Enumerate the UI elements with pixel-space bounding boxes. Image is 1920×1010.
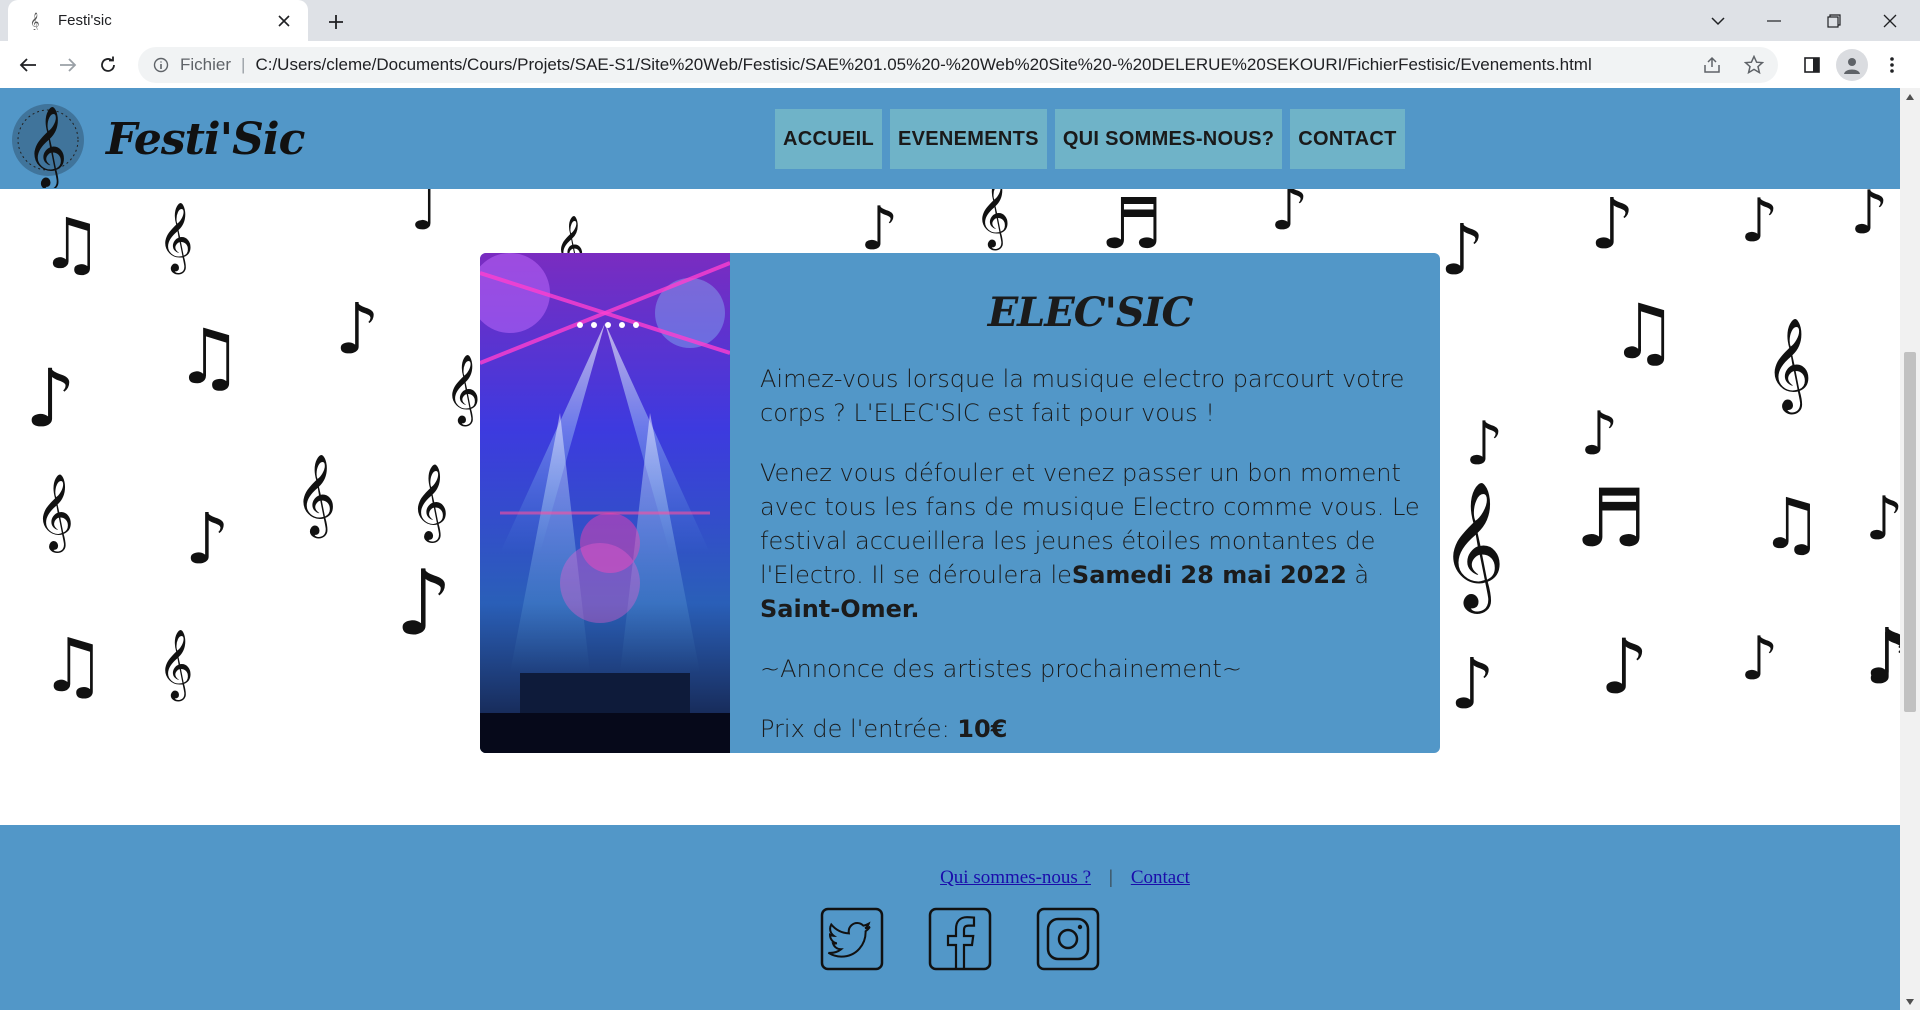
page-viewport: 𝄞 Festi'Sic ACCUEIL EVENEMENTS QUI SOMME…: [0, 88, 1900, 1010]
beamed-notes-icon: ♫: [1760, 483, 1823, 565]
site-footer: Qui sommes-nous ? | Contact: [0, 825, 1900, 1010]
facebook-icon[interactable]: [928, 907, 992, 971]
url-separator: |: [241, 55, 246, 74]
eighth-note-icon: ♪: [1270, 189, 1309, 244]
treble-clef-icon: 𝄞: [158, 202, 194, 272]
new-tab-icon[interactable]: [322, 8, 350, 36]
url-text[interactable]: C:/Users/cleme/Documents/Cours/Projets/S…: [255, 55, 1698, 75]
browser-chrome: 𝄞 Festi'sic Fichier | C:/Users/cleme/Doc…: [0, 0, 1920, 88]
treble-clef-icon: 𝄞: [975, 189, 1011, 248]
tab-strip: 𝄞 Festi'sic: [0, 0, 1920, 41]
social-links: [820, 907, 1100, 971]
tab-title: Festi'sic: [58, 12, 112, 29]
event-card: ELEC'SIC Aimez-vous lorsque la musique e…: [480, 253, 1440, 753]
browser-tab[interactable]: 𝄞 Festi'sic: [8, 0, 308, 41]
eighth-note-icon: ♪: [395, 551, 453, 656]
scroll-down-arrow-icon[interactable]: [1900, 993, 1920, 1010]
svg-text:𝄞: 𝄞: [30, 13, 39, 30]
beamed-notes-icon: ♬: [1575, 472, 1647, 565]
browser-menu-icon[interactable]: [1876, 49, 1908, 81]
instagram-icon[interactable]: [1036, 907, 1100, 971]
eighth-note-icon: ♪: [1865, 484, 1900, 554]
eighth-note-icon: ♪: [335, 288, 380, 370]
event-place: Saint-Omer.: [760, 595, 920, 623]
twitter-icon[interactable]: [820, 907, 884, 971]
close-window-icon[interactable]: [1862, 0, 1918, 41]
beamed-notes-icon: ♬: [1100, 189, 1163, 265]
eighth-note-icon: ♪: [1465, 409, 1504, 479]
treble-clef-icon: 𝄞: [35, 473, 75, 550]
side-panel-icon[interactable]: [1796, 49, 1828, 81]
treble-clef-icon: 𝄞: [445, 354, 481, 424]
event-details: ELEC'SIC Aimez-vous lorsque la musique e…: [760, 253, 1420, 753]
event-artists-announcement: ~Annonce des artistes prochainement~: [760, 655, 1242, 683]
eighth-note-icon: ♪: [185, 498, 230, 580]
event-date-connector: à: [1354, 561, 1370, 589]
address-bar[interactable]: Fichier | C:/Users/cleme/Documents/Cours…: [138, 47, 1778, 83]
main-nav: ACCUEIL EVENEMENTS QUI SOMMES-NOUS? CONT…: [775, 109, 1405, 169]
eighth-note-icon: ♪: [1600, 622, 1649, 711]
scroll-up-arrow-icon[interactable]: [1900, 88, 1920, 105]
minimize-icon[interactable]: [1746, 0, 1802, 41]
restore-icon[interactable]: [1806, 0, 1862, 41]
eighth-note-icon: ♪: [1740, 624, 1779, 694]
forward-arrow-icon[interactable]: [52, 49, 84, 81]
site-logo[interactable]: 𝄞 Festi'Sic: [8, 90, 305, 188]
profile-avatar-icon[interactable]: [1836, 49, 1868, 81]
eighth-note-icon: ♪: [860, 194, 899, 264]
eighth-note-icon: ♪: [1850, 189, 1889, 248]
treble-clef-icon: 𝄞: [158, 629, 194, 699]
beamed-notes-icon: ♫: [40, 203, 103, 285]
beamed-notes-icon: ♫: [1610, 287, 1679, 376]
logo-text: Festi'Sic: [106, 113, 305, 165]
bookmark-star-icon[interactable]: [1740, 51, 1768, 79]
treble-clef-favicon-icon: 𝄞: [26, 11, 46, 31]
quarter-note-icon: ♩: [410, 189, 439, 244]
eighth-note-icon: ♪: [1740, 189, 1779, 256]
event-price-label: Prix de l'entrée:: [760, 715, 950, 743]
eighth-note-icon: ♪: [1450, 643, 1495, 725]
eighth-note-icon: ♪: [25, 352, 77, 445]
treble-clef-logo-icon: 𝄞: [12, 104, 84, 188]
event-title: ELEC'SIC: [987, 289, 1194, 336]
treble-clef-icon: 𝄞: [410, 463, 450, 540]
page-scrollbar[interactable]: [1900, 88, 1920, 1010]
nav-contact[interactable]: CONTACT: [1290, 109, 1405, 169]
event-price-line: Prix de l'entrée: 10€: [760, 712, 1420, 746]
footer-separator: |: [1109, 867, 1113, 888]
electro-concert-image: [480, 253, 730, 753]
beamed-notes-icon: ♫: [40, 623, 107, 709]
browser-toolbar: Fichier | C:/Users/cleme/Documents/Cours…: [0, 41, 1920, 88]
close-tab-icon[interactable]: [272, 9, 296, 33]
eighth-note-icon: ♪: [1865, 613, 1900, 695]
eighth-note-icon: ♪: [1590, 189, 1635, 265]
site-header: 𝄞 Festi'Sic ACCUEIL EVENEMENTS QUI SOMME…: [0, 88, 1900, 189]
reload-icon[interactable]: [92, 49, 124, 81]
scrollbar-thumb[interactable]: [1904, 352, 1916, 712]
event-intro: Aimez-vous lorsque la musique electro pa…: [760, 365, 1405, 427]
nav-qui-sommes-nous[interactable]: QUI SOMMES-NOUS?: [1054, 109, 1283, 169]
footer-link-qui-sommes-nous[interactable]: Qui sommes-nous ?: [940, 867, 1091, 888]
back-arrow-icon[interactable]: [12, 49, 44, 81]
treble-clef-icon: 𝄞: [295, 453, 337, 535]
eighth-note-icon: ♪: [1440, 209, 1485, 291]
event-description: Venez vous défouler et venez passer un b…: [760, 456, 1420, 626]
info-icon[interactable]: [152, 56, 170, 74]
share-icon[interactable]: [1698, 51, 1726, 79]
footer-links: Qui sommes-nous ? | Contact: [0, 867, 1900, 889]
svg-text:𝄞: 𝄞: [26, 105, 67, 188]
eighth-note-icon: ♪: [1580, 399, 1619, 469]
url-scheme: Fichier: [180, 55, 232, 74]
nav-evenements[interactable]: EVENEMENTS: [890, 109, 1047, 169]
footer-link-contact[interactable]: Contact: [1131, 867, 1190, 888]
treble-clef-icon: 𝄞: [1765, 317, 1813, 410]
tab-search-icon[interactable]: [1690, 0, 1746, 41]
treble-clef-icon: 𝄞: [1440, 480, 1506, 608]
event-date: Samedi 28 mai 2022: [1071, 561, 1347, 589]
event-price: 10€: [957, 715, 1008, 743]
nav-accueil[interactable]: ACCUEIL: [775, 109, 882, 169]
beamed-notes-icon: ♫: [175, 312, 244, 401]
